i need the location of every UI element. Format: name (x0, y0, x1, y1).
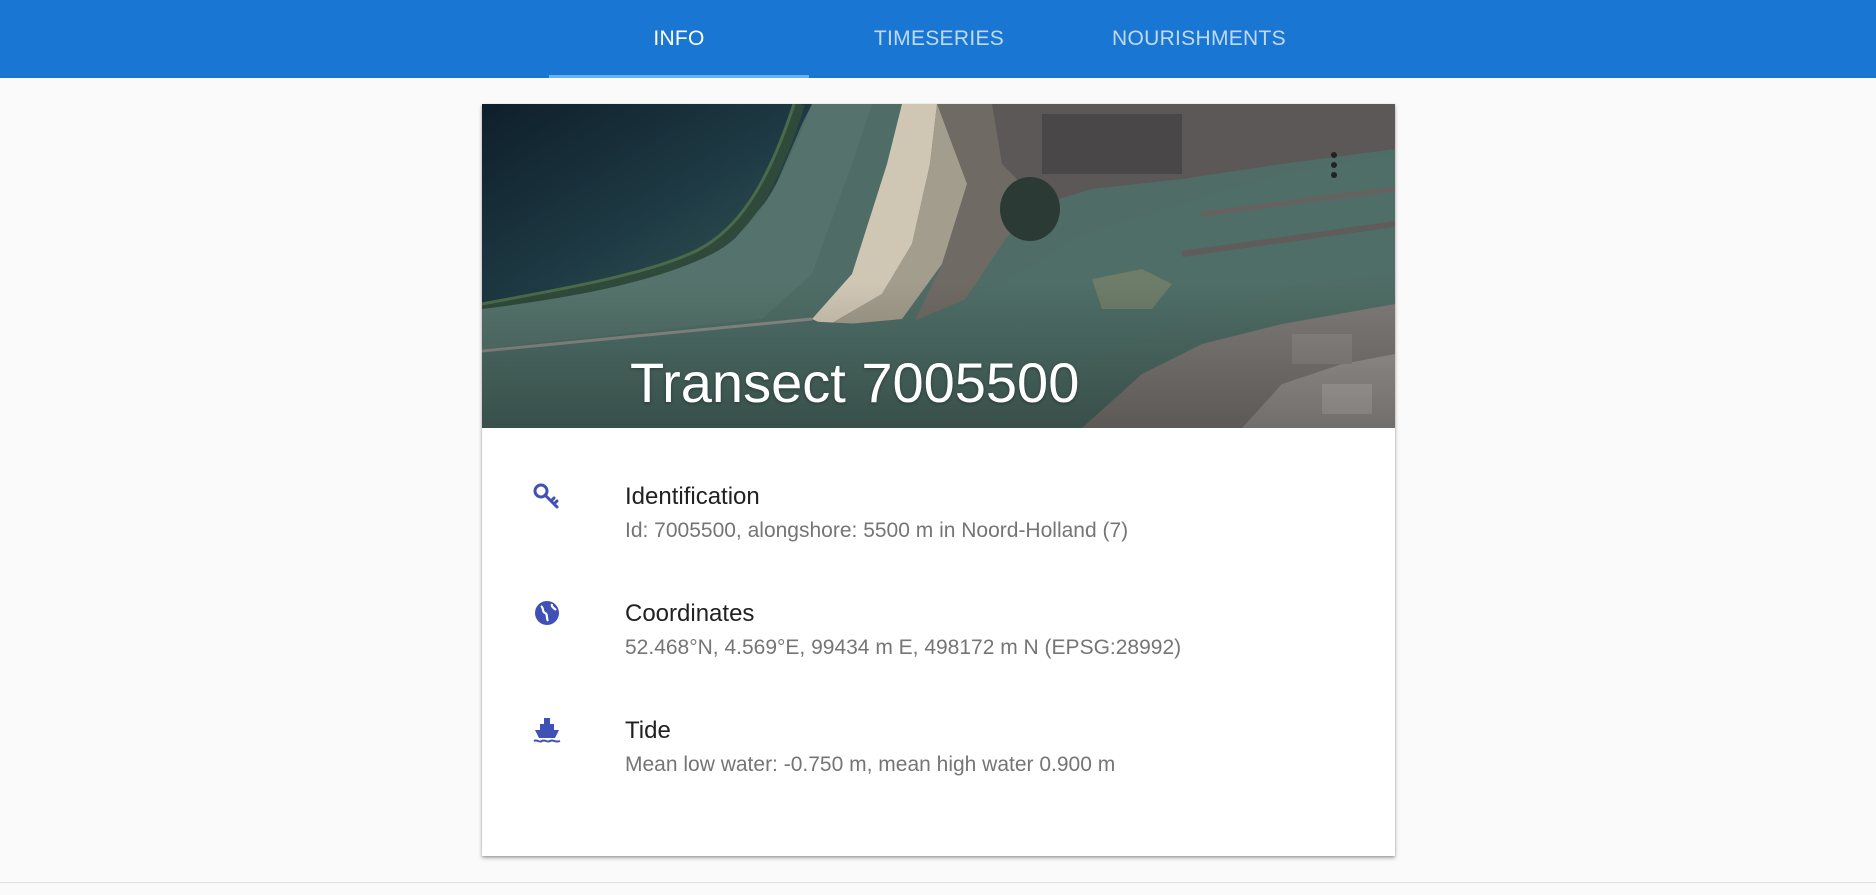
list-item-tide: Tide Mean low water: -0.750 m, mean high… (482, 662, 1395, 779)
info-list: Identification Id: 7005500, alongshore: … (482, 428, 1395, 779)
coordinates-title: Coordinates (625, 600, 755, 627)
tab-timeseries[interactable]: TIMESERIES (809, 0, 1069, 78)
tab-bar: INFO TIMESERIES NOURISHMENTS (549, 0, 1329, 78)
list-item-coordinates: Coordinates 52.468°N, 4.569°E, 99434 m E… (482, 545, 1395, 662)
satellite-image: Transect 7005500 (482, 104, 1395, 428)
more-vert-icon[interactable] (1326, 152, 1342, 186)
tab-nourishments[interactable]: NOURISHMENTS (1069, 0, 1329, 78)
app-bar: INFO TIMESERIES NOURISHMENTS (0, 0, 1876, 78)
key-icon (533, 483, 559, 509)
ship-icon (533, 718, 561, 743)
transect-title: Transect 7005500 (630, 351, 1080, 414)
list-item-identification: Identification Id: 7005500, alongshore: … (482, 428, 1395, 545)
identification-text: Id: 7005500, alongshore: 5500 m in Noord… (625, 519, 1129, 542)
globe-icon (535, 601, 559, 625)
tide-title: Tide (625, 717, 671, 744)
tide-text: Mean low water: -0.750 m, mean high wate… (625, 753, 1116, 776)
divider (0, 882, 1876, 883)
coordinates-text: 52.468°N, 4.569°E, 99434 m E, 498172 m N… (625, 636, 1182, 659)
tab-info[interactable]: INFO (549, 0, 809, 78)
transect-card: Transect 7005500 Identification Id: 7005… (482, 104, 1395, 856)
identification-title: Identification (625, 483, 760, 510)
